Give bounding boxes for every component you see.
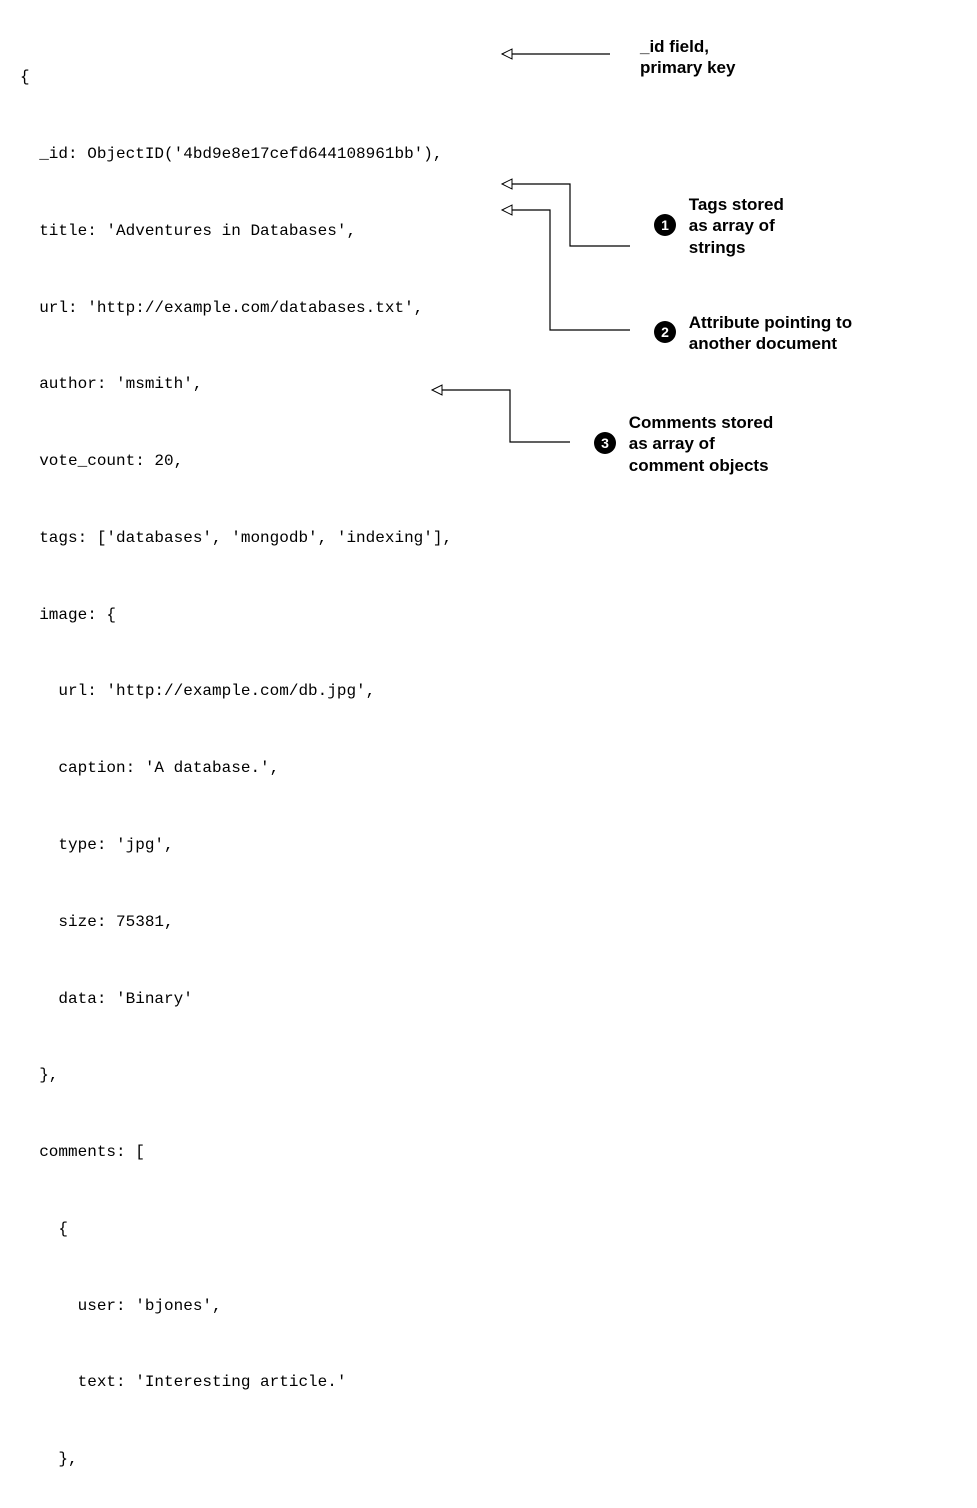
code-line: caption: 'A database.', [20,756,452,782]
callout-number-icon: 1 [654,214,676,236]
annotation-text-line: as array of [629,434,715,453]
annotation-text-line: as array of [689,216,775,235]
code-line: { [20,65,452,91]
annotation-text-line: Attribute pointing to [689,313,852,332]
annotation-text-line: _id field, [640,37,709,56]
callout-arrow-image [490,202,650,342]
callout-number-icon: 2 [654,321,676,343]
callout-arrow-id [490,44,620,64]
annotation-text-line: Tags stored [689,195,784,214]
annotation-id: _id field, primary key [640,36,735,79]
code-line: size: 75381, [20,910,452,936]
callout-arrow-tags [490,176,650,256]
code-line: vote_count: 20, [20,449,452,475]
code-line: type: 'jpg', [20,833,452,859]
annotation-text-line: primary key [640,58,735,77]
code-line-image-open: image: { [20,603,452,629]
annotation-text-line: comment objects [629,456,769,475]
code-line-comments-open: comments: [ [20,1140,452,1166]
code-line: author: 'msmith', [20,372,452,398]
code-line: url: 'http://example.com/databases.txt', [20,296,452,322]
code-line: user: 'bjones', [20,1294,452,1320]
annotation-text-line: Comments stored [629,413,774,432]
code-line: }, [20,1063,452,1089]
code-block: { _id: ObjectID('4bd9e8e17cefd644108961b… [20,14,452,1508]
code-line: title: 'Adventures in Databases', [20,219,452,245]
annotation-text-line: another document [689,334,837,353]
code-line: data: 'Binary' [20,987,452,1013]
code-line: url: 'http://example.com/db.jpg', [20,679,452,705]
annotation-text-line: strings [689,238,746,257]
annotation-comments: 3 Comments stored as array of comment ob… [594,412,773,476]
code-line: text: 'Interesting article.' [20,1370,452,1396]
code-line-id: _id: ObjectID('4bd9e8e17cefd644108961bb'… [20,142,452,168]
callout-number-icon: 3 [594,432,616,454]
figure-root: { _id: ObjectID('4bd9e8e17cefd644108961b… [20,14,957,744]
code-line: }, [20,1447,452,1473]
annotation-tags: 1 Tags stored as array of strings [654,194,784,258]
code-line: { [20,1217,452,1243]
code-line-tags: tags: ['databases', 'mongodb', 'indexing… [20,526,452,552]
annotation-image: 2 Attribute pointing to another document [654,312,852,355]
